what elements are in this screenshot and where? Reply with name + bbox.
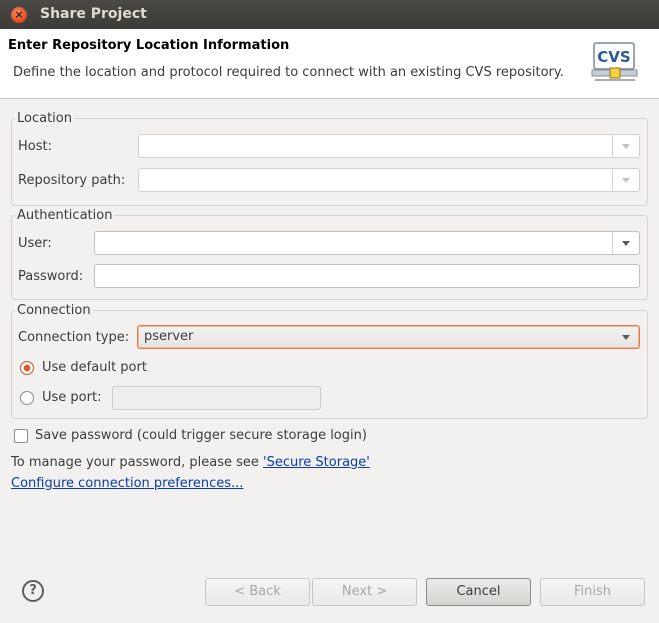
page-description: Define the location and protocol require…: [13, 65, 564, 80]
window-title: Share Project: [40, 6, 147, 22]
connection-type-select[interactable]: pserver: [137, 325, 640, 349]
wizard-header: Enter Repository Location Information De…: [0, 29, 659, 99]
use-port-radio[interactable]: [20, 391, 34, 405]
use-port-label[interactable]: Use port:: [42, 390, 101, 405]
cancel-button[interactable]: Cancel: [426, 578, 531, 606]
chevron-down-icon: [622, 335, 630, 340]
manage-password-prefix: To manage your password, please see: [11, 455, 264, 470]
connection-type-label: Connection type:: [18, 330, 130, 345]
save-password-label[interactable]: Save password (could trigger secure stor…: [35, 428, 367, 443]
title-bar: × Share Project: [0, 0, 659, 29]
back-button[interactable]: < Back: [205, 578, 310, 606]
repository-path-combo[interactable]: [138, 168, 640, 192]
host-combo[interactable]: [138, 134, 640, 158]
host-dropdown-button[interactable]: [612, 135, 639, 157]
connection-legend: Connection: [17, 303, 91, 318]
close-window-button[interactable]: ×: [11, 7, 27, 23]
connection-type-value: pserver: [144, 329, 194, 344]
next-button[interactable]: Next >: [312, 578, 417, 606]
chevron-down-icon: [622, 178, 630, 183]
user-label: User:: [18, 236, 52, 251]
cvs-repository-icon: CVS: [591, 42, 638, 81]
port-field[interactable]: [112, 386, 321, 410]
cvs-icon-text: CVS: [597, 48, 630, 66]
chevron-down-icon: [622, 241, 630, 246]
connection-type-dropdown-button[interactable]: [613, 326, 639, 348]
help-icon[interactable]: ?: [22, 580, 44, 602]
repository-path-dropdown-button[interactable]: [612, 169, 639, 191]
authentication-legend: Authentication: [17, 208, 113, 223]
configure-connection-preferences-link[interactable]: Configure connection preferences...: [11, 476, 243, 491]
password-field[interactable]: [94, 264, 640, 288]
use-default-port-label[interactable]: Use default port: [42, 360, 147, 375]
host-label: Host:: [18, 139, 52, 154]
secure-storage-link[interactable]: 'Secure Storage': [263, 455, 370, 470]
user-combo[interactable]: [94, 231, 640, 255]
password-label: Password:: [18, 269, 84, 284]
manage-password-text: To manage your password, please see 'Sec…: [11, 455, 370, 470]
save-password-checkbox[interactable]: [14, 429, 28, 443]
repository-path-label: Repository path:: [18, 173, 126, 188]
chevron-down-icon: [622, 144, 630, 149]
use-default-port-radio[interactable]: [20, 361, 34, 375]
finish-button[interactable]: Finish: [540, 578, 645, 606]
location-legend: Location: [17, 111, 72, 126]
user-dropdown-button[interactable]: [612, 232, 639, 254]
page-title: Enter Repository Location Information: [8, 38, 290, 53]
